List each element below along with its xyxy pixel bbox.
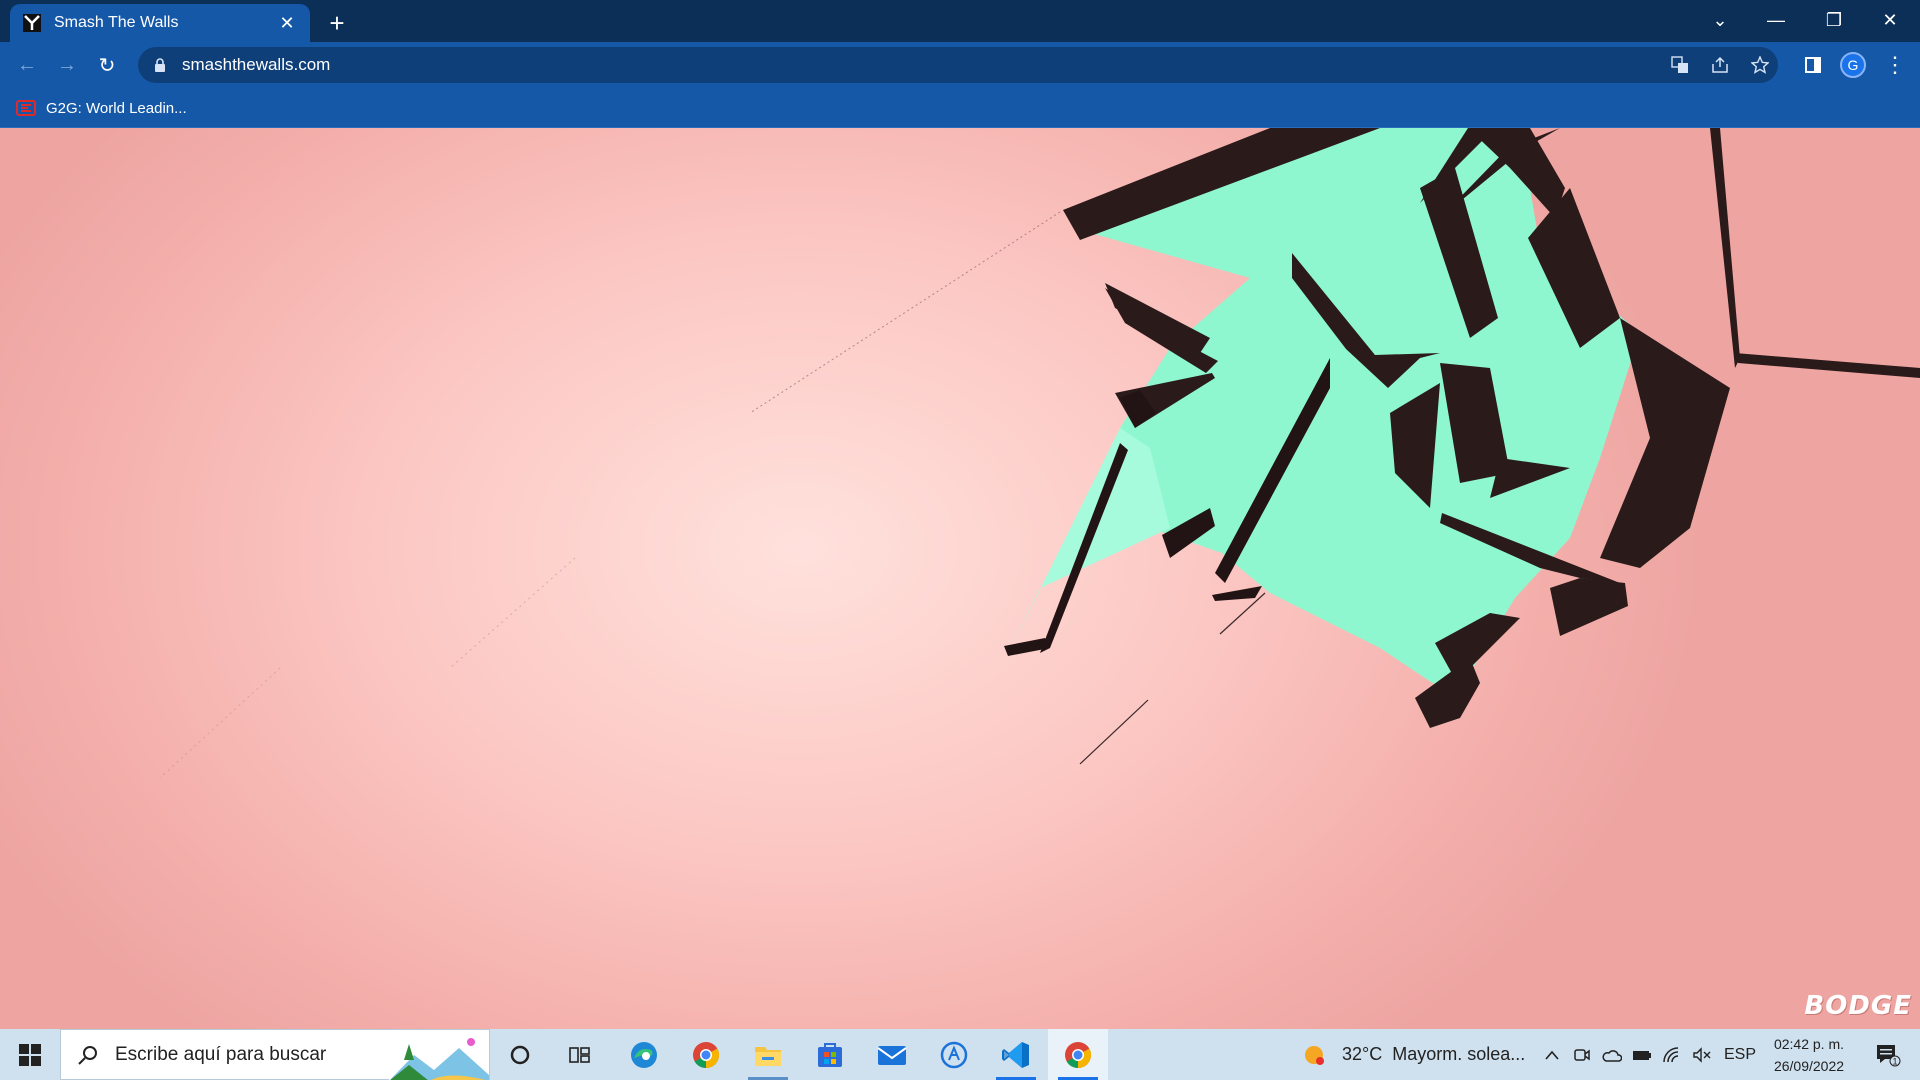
volume-muted-icon[interactable] bbox=[1688, 1029, 1716, 1080]
reload-button[interactable]: ↻ bbox=[92, 50, 122, 80]
store-icon[interactable] bbox=[800, 1029, 860, 1080]
notification-count: 1 bbox=[1892, 1056, 1897, 1066]
taskbar-search-box[interactable]: Escribe aquí para buscar bbox=[60, 1029, 490, 1080]
debris-trail bbox=[159, 667, 281, 779]
translate-icon[interactable] bbox=[1660, 47, 1700, 83]
battery-icon[interactable] bbox=[1628, 1029, 1656, 1080]
bookmarks-bar: G2G: World Leadin... bbox=[0, 88, 1920, 128]
task-view-icon[interactable] bbox=[550, 1029, 610, 1080]
bookmark-star-icon[interactable] bbox=[1740, 47, 1780, 83]
forward-button[interactable]: → bbox=[52, 50, 82, 80]
chrome-icon[interactable] bbox=[676, 1029, 736, 1080]
wifi-icon[interactable] bbox=[1658, 1029, 1686, 1080]
new-tab-button[interactable]: + bbox=[322, 8, 352, 38]
notification-center-icon[interactable]: 1 bbox=[1862, 1029, 1914, 1080]
bodge-watermark: BODGE bbox=[1804, 991, 1912, 1021]
share-icon[interactable] bbox=[1700, 47, 1740, 83]
wall-shard-edge bbox=[1212, 586, 1262, 601]
minimize-button[interactable]: — bbox=[1748, 0, 1804, 40]
tab-smash-the-walls[interactable]: Smash The Walls ✕ bbox=[10, 4, 310, 42]
wall-shard-edge bbox=[1710, 128, 1740, 368]
search-placeholder: Escribe aquí para buscar bbox=[115, 1043, 327, 1065]
windows-taskbar: Escribe aquí para buscar 32°C Mayorm. so… bbox=[0, 1029, 1920, 1080]
shattered-wall-scene bbox=[159, 128, 1920, 779]
tab-close-icon[interactable]: ✕ bbox=[276, 12, 298, 34]
omnibox-actions bbox=[1660, 47, 1780, 83]
tab-title: Smash The Walls bbox=[54, 14, 179, 31]
tab-strip: Smash The Walls ✕ + ⌄ — ❐ ✕ bbox=[0, 0, 1920, 42]
bookmark-label: G2G: World Leadin... bbox=[46, 99, 187, 117]
debris-trail bbox=[449, 557, 576, 669]
browser-chrome: Smash The Walls ✕ + ⌄ — ❐ ✕ ← → ↻ smasht… bbox=[0, 0, 1920, 128]
restore-button[interactable]: ❐ bbox=[1806, 0, 1862, 40]
start-button[interactable] bbox=[0, 1029, 60, 1080]
edge-icon[interactable] bbox=[614, 1029, 674, 1080]
weather-widget[interactable]: 32°C Mayorm. solea... bbox=[1300, 1029, 1525, 1080]
windows-icon bbox=[19, 1043, 41, 1066]
bookmark-g2g[interactable]: G2G: World Leadin... bbox=[16, 95, 187, 121]
mail-icon[interactable] bbox=[862, 1029, 922, 1080]
close-window-button[interactable]: ✕ bbox=[1862, 0, 1918, 40]
meet-now-icon[interactable] bbox=[1568, 1029, 1596, 1080]
onedrive-icon[interactable] bbox=[1598, 1029, 1626, 1080]
g2g-icon bbox=[16, 100, 36, 116]
lock-icon[interactable] bbox=[152, 57, 168, 73]
show-hidden-icons-icon[interactable] bbox=[1538, 1029, 1566, 1080]
back-button[interactable]: ← bbox=[12, 50, 42, 80]
cortana-icon[interactable] bbox=[490, 1029, 550, 1080]
site-favicon-icon bbox=[22, 13, 42, 33]
clock-time: 02:42 p. m. bbox=[1773, 1036, 1845, 1052]
address-bar[interactable] bbox=[138, 47, 1778, 83]
search-icon bbox=[78, 1045, 97, 1065]
vscode-icon[interactable] bbox=[986, 1029, 1046, 1080]
weather-temp: 32°C bbox=[1342, 1044, 1383, 1064]
file-explorer-icon[interactable] bbox=[738, 1029, 798, 1080]
wall-shard-edge bbox=[1004, 638, 1050, 656]
browser-menu-icon[interactable]: ⋮ bbox=[1880, 50, 1910, 80]
wall-shard-edge bbox=[1550, 578, 1628, 636]
system-clock[interactable]: 02:42 p. m. 26/09/2022 bbox=[1766, 1033, 1852, 1077]
side-panel-icon[interactable] bbox=[1793, 47, 1833, 83]
wall-shard-edge bbox=[1735, 353, 1920, 378]
search-highlight-icon bbox=[389, 1030, 489, 1080]
chrome-active-icon[interactable] bbox=[1048, 1029, 1108, 1080]
weather-sun-icon bbox=[1305, 1045, 1324, 1065]
input-language[interactable]: ESP bbox=[1720, 1029, 1760, 1080]
browser-toolbar: ← → ↻ G ⋮ bbox=[0, 42, 1920, 88]
debris-trail bbox=[749, 211, 1061, 414]
weather-desc: Mayorm. solea... bbox=[1392, 1044, 1526, 1064]
debris-streak bbox=[1079, 699, 1149, 765]
copilot-icon[interactable] bbox=[924, 1029, 984, 1080]
tab-search-icon[interactable]: ⌄ bbox=[1692, 0, 1748, 40]
game-canvas[interactable]: BODGE bbox=[0, 128, 1920, 1029]
side-panel-area bbox=[1793, 47, 1833, 83]
url-input[interactable] bbox=[182, 55, 1082, 75]
profile-avatar[interactable]: G bbox=[1840, 52, 1866, 78]
clock-date: 26/09/2022 bbox=[1773, 1058, 1845, 1074]
